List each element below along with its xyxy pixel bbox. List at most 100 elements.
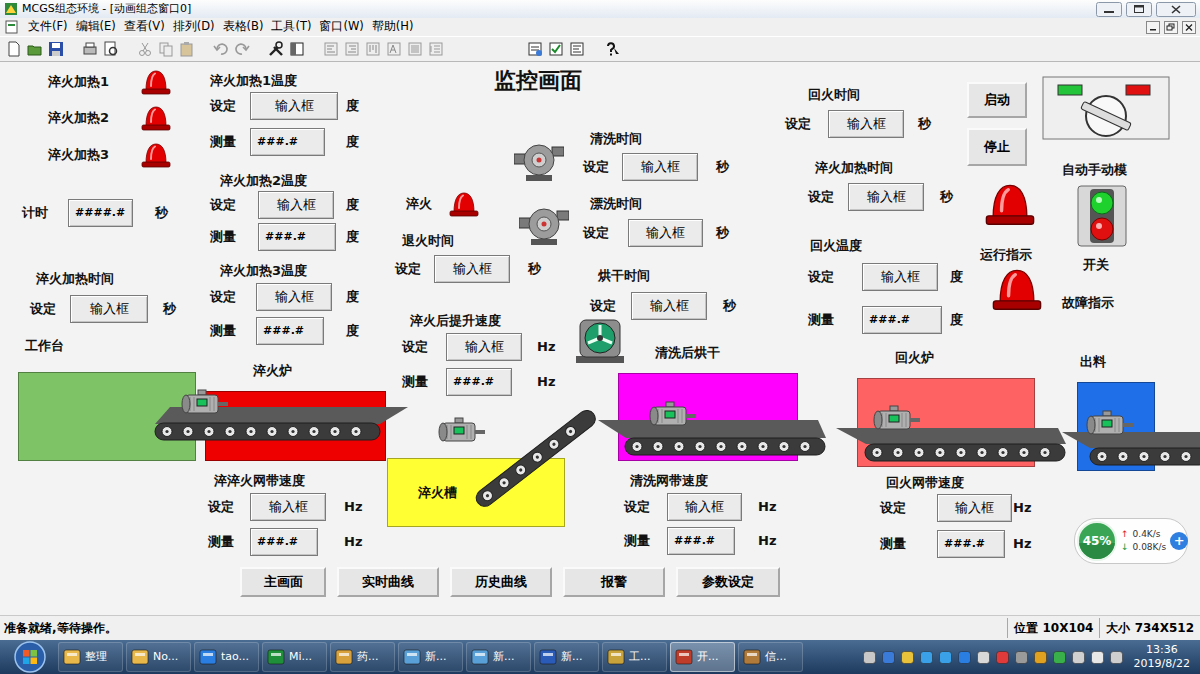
tray-icon[interactable] <box>1090 650 1105 665</box>
taskbar-item[interactable]: 开... <box>670 642 735 672</box>
menu-item[interactable]: 工具(T) <box>267 18 315 35</box>
paste-icon[interactable] <box>178 40 196 58</box>
taskbar-item[interactable]: Mi... <box>262 642 327 672</box>
lines-icon[interactable] <box>406 40 424 58</box>
menu-item[interactable]: 文件(F) <box>24 18 72 35</box>
undo-icon[interactable] <box>212 40 230 58</box>
nav-button[interactable]: 参数设定 <box>676 567 780 597</box>
tray-icon[interactable] <box>862 650 877 665</box>
cut-icon[interactable] <box>136 40 154 58</box>
input-field[interactable]: 输入框 <box>862 263 938 291</box>
input-field[interactable]: 输入框 <box>70 295 148 323</box>
compile-icon[interactable] <box>568 40 586 58</box>
doc-minimize-icon[interactable] <box>1146 21 1160 34</box>
tray-icon[interactable] <box>1071 650 1086 665</box>
input-field[interactable]: 输入框 <box>628 219 703 247</box>
frame-icon[interactable] <box>288 40 306 58</box>
network-meter[interactable]: 45%↑0.4K/s↓0.08K/s+ <box>1074 518 1188 564</box>
taskbar-item[interactable]: 药... <box>330 642 395 672</box>
param-group: 淬淬火网带速度设定输入框Hz测量###.#Hz <box>208 471 362 556</box>
start-button[interactable]: 启动 <box>967 82 1027 118</box>
input-field[interactable]: 输入框 <box>446 333 522 361</box>
stop-button[interactable]: 停止 <box>967 128 1027 166</box>
close-icon[interactable] <box>1156 2 1196 17</box>
input-field[interactable]: 输入框 <box>250 92 338 120</box>
menu-item[interactable]: 排列(D) <box>169 18 219 35</box>
taskbar-item[interactable]: tao... <box>194 642 259 672</box>
tray-icon[interactable] <box>1109 650 1124 665</box>
help-icon[interactable] <box>602 40 620 58</box>
maximize-icon[interactable] <box>1126 2 1152 17</box>
nav-button[interactable]: 报警 <box>563 567 665 597</box>
tray-icon[interactable] <box>957 650 972 665</box>
font-icon[interactable] <box>385 40 403 58</box>
align-right-icon[interactable] <box>343 40 361 58</box>
toggle-switch-icon[interactable] <box>1077 185 1127 247</box>
param-unit: 度 <box>346 227 359 247</box>
properties-icon[interactable] <box>526 40 544 58</box>
new-file-icon[interactable] <box>5 40 23 58</box>
nav-button[interactable]: 实时曲线 <box>337 567 439 597</box>
doc-close-icon[interactable] <box>1182 21 1196 34</box>
taskbar-item[interactable]: 新... <box>466 642 531 672</box>
input-field[interactable]: 输入框 <box>937 494 1012 522</box>
tray-icon[interactable] <box>881 650 896 665</box>
minimize-icon[interactable] <box>1096 2 1122 17</box>
input-field[interactable]: 输入框 <box>250 493 326 521</box>
menu-item[interactable]: 表格(B) <box>219 18 268 35</box>
indent-icon[interactable] <box>427 40 445 58</box>
redo-icon[interactable] <box>233 40 251 58</box>
tray-icon[interactable] <box>900 650 915 665</box>
taskbar-item[interactable]: 新... <box>398 642 463 672</box>
print-preview-icon[interactable] <box>102 40 120 58</box>
menu-item[interactable]: 查看(V) <box>120 18 169 35</box>
menu-item[interactable]: 窗口(W) <box>315 18 367 35</box>
taskbar-item[interactable]: 新... <box>534 642 599 672</box>
param-rows: 设定输入框Hz测量###.#Hz <box>880 494 1031 558</box>
menu-item[interactable]: 编辑(E) <box>72 18 120 35</box>
input-field[interactable]: 输入框 <box>667 493 742 521</box>
open-icon[interactable] <box>26 40 44 58</box>
copy-icon[interactable] <box>157 40 175 58</box>
print-icon[interactable] <box>81 40 99 58</box>
input-field[interactable]: 输入框 <box>848 183 924 211</box>
tray-icon[interactable] <box>938 650 953 665</box>
tray-icon[interactable] <box>1052 650 1067 665</box>
tray-icon[interactable] <box>995 650 1010 665</box>
param-unit: Hz <box>537 337 555 357</box>
input-field[interactable]: 输入框 <box>256 283 332 311</box>
align-left-icon[interactable] <box>322 40 340 58</box>
taskbar-item[interactable]: 工... <box>602 642 667 672</box>
save-icon[interactable] <box>47 40 65 58</box>
taskbar-item[interactable]: 整理 <box>58 642 123 672</box>
param-field-area: ###.# <box>862 306 950 334</box>
tray-icon[interactable] <box>1014 650 1029 665</box>
value-display: ####.# <box>68 199 133 227</box>
tray-icon[interactable] <box>919 650 934 665</box>
param-row: 设定输入框Hz <box>880 494 1031 522</box>
status-position: 位置 10X104 <box>1007 618 1099 638</box>
nav-button[interactable]: 主画面 <box>240 567 326 597</box>
tray-icon[interactable] <box>976 650 991 665</box>
check-icon[interactable] <box>547 40 565 58</box>
tray-icon[interactable] <box>1033 650 1048 665</box>
nav-button[interactable]: 历史曲线 <box>450 567 552 597</box>
input-field[interactable]: 输入框 <box>631 292 707 320</box>
input-field[interactable]: 输入框 <box>434 255 510 283</box>
clock[interactable]: 13:362019/8/22 <box>1128 643 1200 671</box>
motor-switch-icon[interactable] <box>1042 76 1170 140</box>
param-field-area: ###.# <box>250 528 344 556</box>
tools-icon[interactable] <box>267 40 285 58</box>
doc-restore-icon[interactable] <box>1164 21 1178 34</box>
taskbar-item[interactable]: 信... <box>738 642 803 672</box>
expand-button[interactable]: + <box>1170 532 1188 550</box>
input-field[interactable]: 输入框 <box>828 110 904 138</box>
network-rates: ↑0.4K/s↓0.08K/s <box>1121 528 1166 554</box>
menu-item[interactable]: 帮助(H) <box>368 18 418 35</box>
input-field[interactable]: 输入框 <box>258 191 334 219</box>
start-icon[interactable] <box>8 640 52 674</box>
align-top-icon[interactable] <box>364 40 382 58</box>
input-field[interactable]: 输入框 <box>622 153 698 181</box>
taskbar-item[interactable]: No... <box>126 642 191 672</box>
screen-nav: 主画面实时曲线历史曲线报警参数设定 <box>240 567 780 597</box>
